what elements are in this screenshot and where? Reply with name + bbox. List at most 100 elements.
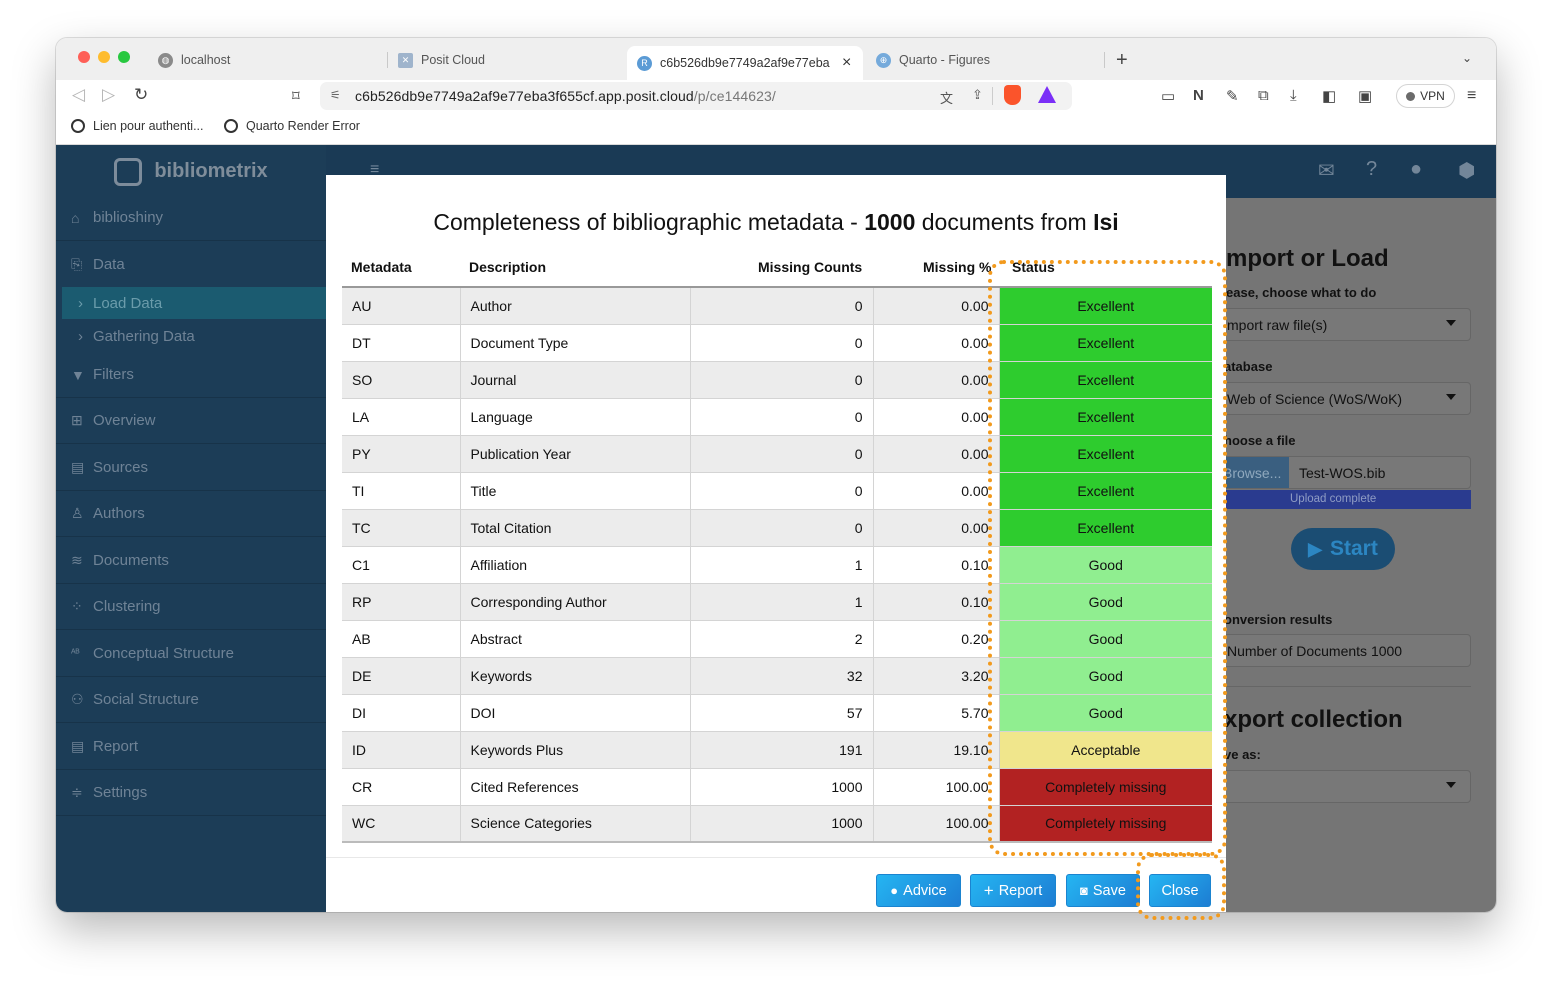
table-row: SO Journal 0 0.00 Excellent (342, 360, 1212, 398)
reader-icon[interactable]: ▭ (1161, 87, 1175, 105)
completeness-modal: Completeness of bibliographic metadata -… (326, 175, 1226, 912)
table-header: Metadata Description Missing Counts Miss… (342, 251, 1212, 291)
translate-icon[interactable]: 文 (940, 88, 953, 107)
upload-status: Upload complete (1290, 493, 1377, 505)
column-missing-counts[interactable]: Missing Counts (758, 259, 862, 275)
tab-localhost[interactable]: ◍ localhost (148, 46, 378, 74)
browse-button[interactable]: Browse... (1217, 457, 1289, 488)
divider (992, 87, 993, 105)
sidebar-item-overview[interactable]: ⊞ Overview (56, 398, 326, 444)
sidebar-item-documents[interactable]: ≋ Documents (56, 538, 326, 584)
table-icon: ⊞ (71, 412, 83, 428)
table-row: DT Document Type 0 0.00 Excellent (342, 323, 1212, 361)
notion-icon[interactable]: N (1193, 87, 1204, 104)
sidebar-item-conceptual-structure[interactable]: ᴬᴮ Conceptual Structure (56, 631, 326, 677)
file-input[interactable]: Browse... Test-WOS.bib (1216, 456, 1471, 489)
tab-posit-cloud[interactable]: ✕ Posit Cloud (388, 46, 624, 74)
cell-description: Publication Year (459, 434, 690, 472)
sidebar-item-social-structure[interactable]: ⚇ Social Structure (56, 677, 326, 723)
chevron-down-icon[interactable]: ⌄ (1462, 51, 1472, 65)
sidebar-subitem-gathering-data[interactable]: › Gathering Data (62, 320, 326, 352)
forward-icon[interactable]: ▷ (102, 85, 115, 105)
file-label: hoose a file (1224, 433, 1296, 448)
pen-icon[interactable]: ✎ (1226, 87, 1239, 105)
zoom-window-button[interactable] (118, 51, 130, 63)
site-settings-icon[interactable]: ⚟ (330, 88, 341, 102)
sidebar-subitem-label: Gathering Data (93, 327, 195, 345)
share-icon[interactable]: ⇪ (972, 87, 983, 103)
brave-rewards-icon[interactable] (1038, 86, 1056, 103)
table-row: AB Abstract 2 0.20 Good (342, 619, 1212, 657)
cell-metadata: ID (342, 730, 460, 768)
sidebar-subitem-load-data[interactable]: › Load Data (62, 287, 326, 319)
camera-icon: ◙ (1080, 883, 1088, 898)
tab-bar: ◍ localhost ✕ Posit Cloud R c6b526db9e77… (56, 38, 1496, 80)
envelope-icon[interactable]: ✉ (1318, 158, 1335, 183)
bookmark-item[interactable]: Quarto Render Error (224, 119, 360, 133)
cell-missing-pct: 100.00 (872, 804, 999, 842)
cell-missing-counts: 191 (689, 730, 873, 768)
sidebar-item-clustering[interactable]: ⁘ Clustering (56, 584, 326, 630)
title-source: Isi (1093, 209, 1119, 235)
close-window-button[interactable] (78, 51, 90, 63)
sidebar-subitem-label: Load Data (93, 294, 163, 312)
menu-icon[interactable]: ≡ (1467, 87, 1476, 105)
brand-name: bibliometrix (154, 160, 268, 182)
app-area: bibliometrix ⌂ biblioshiny ⎘ Data › Load Da… (56, 145, 1496, 912)
url-path: /p/ce144623/ (693, 88, 776, 104)
back-icon[interactable]: ◁ (72, 85, 85, 105)
sidebar-item-authors[interactable]: ♙ Authors (56, 491, 326, 537)
address-bar[interactable]: ⚟ c6b526db9e7749a2af9e77eba3f655cf.app.p… (320, 82, 1072, 110)
column-status[interactable]: Status (1012, 259, 1055, 275)
cell-missing-counts: 1 (689, 545, 873, 583)
cell-missing-counts: 0 (689, 360, 873, 398)
advice-button[interactable]: ● Advice (876, 874, 961, 907)
brave-shields-icon[interactable] (1004, 85, 1021, 105)
wallet-icon[interactable]: ▣ (1358, 87, 1372, 105)
minimize-window-button[interactable] (98, 51, 110, 63)
sidebar-item-report[interactable]: ▤ Report (56, 724, 326, 770)
cell-missing-pct: 0.00 (872, 434, 999, 472)
table-row: TI Title 0 0.00 Excellent (342, 471, 1212, 509)
reload-icon[interactable]: ↻ (134, 85, 148, 105)
tab-quarto-figures[interactable]: ⊕ Quarto - Figures (866, 46, 1102, 74)
sidebar-item-settings[interactable]: ≑ Settings (56, 770, 326, 816)
download-icon[interactable]: ⤓ (1290, 87, 1297, 104)
cell-status: Excellent (998, 360, 1212, 398)
column-missing-pct[interactable]: Missing % (923, 259, 991, 275)
tab-rstudio-app[interactable]: R c6b526db9e7749a2af9e77eba × (627, 46, 863, 80)
comment-icon[interactable]: ● (1410, 158, 1422, 181)
question-icon[interactable]: ? (1366, 158, 1377, 181)
new-tab-button[interactable]: + (1116, 49, 1128, 72)
choose-select[interactable]: mport raw file(s) (1216, 308, 1471, 341)
start-button[interactable]: ▶ Start (1291, 528, 1395, 570)
extensions-icon[interactable]: ⧉ (1258, 87, 1269, 104)
cell-description: DOI (459, 693, 690, 731)
bookmark-item[interactable]: Lien pour authenti... (71, 119, 204, 133)
sidebar-item-data[interactable]: ⎘ Data (56, 241, 326, 287)
cube-icon[interactable]: ⬢ (1458, 158, 1475, 183)
cell-missing-pct: 19.10 (872, 730, 999, 768)
bookmark-icon[interactable]: ⌑ (292, 87, 300, 105)
cell-status: Completely missing (998, 767, 1212, 805)
cell-status: Good (998, 582, 1212, 620)
cell-metadata: SO (342, 360, 460, 398)
database-select[interactable]: Web of Science (WoS/WoK) (1216, 382, 1471, 415)
vpn-button[interactable]: VPN (1396, 84, 1455, 108)
close-tab-icon[interactable]: × (842, 54, 851, 72)
sidebar-item-sources[interactable]: ▤ Sources (56, 445, 326, 491)
sidebar-item-label: Clustering (93, 598, 161, 615)
table-row: C1 Affiliation 1 0.10 Good (342, 545, 1212, 583)
sidebar-toggle-icon[interactable]: ◧ (1322, 87, 1336, 105)
sidebar-item-biblioshiny[interactable]: ⌂ biblioshiny (56, 195, 326, 241)
sidebar-item-filters[interactable]: ▼ Filters (56, 352, 326, 398)
modal-footer-divider (326, 857, 1226, 858)
sliders-icon: ≑ (71, 784, 83, 800)
save-as-select[interactable] (1216, 770, 1471, 803)
table-row: DE Keywords 32 3.20 Good (342, 656, 1212, 694)
column-metadata[interactable]: Metadata (351, 259, 412, 275)
save-button[interactable]: ◙ Save (1066, 874, 1140, 907)
report-button[interactable]: + Report (970, 874, 1056, 907)
close-button[interactable]: Close (1149, 874, 1211, 907)
column-description[interactable]: Description (469, 259, 546, 275)
